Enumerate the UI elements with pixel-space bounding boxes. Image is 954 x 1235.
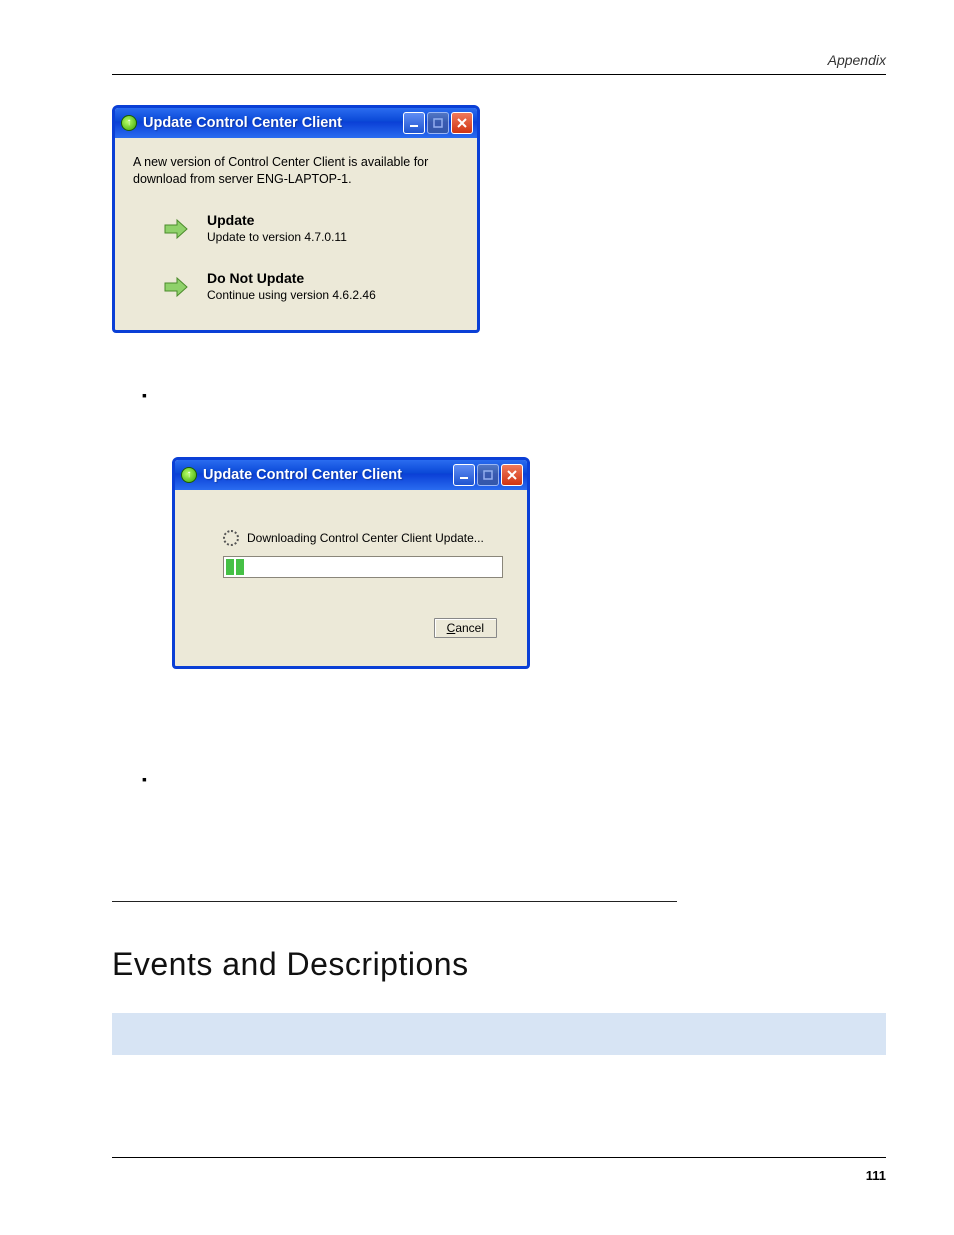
page-number: 111 xyxy=(112,1168,886,1183)
maximize-button xyxy=(477,464,499,486)
table-header-row xyxy=(112,1013,886,1055)
donot-subtitle: Continue using version 4.6.2.46 xyxy=(207,288,376,302)
update-title: Update xyxy=(207,212,347,228)
update-subtitle: Update to version 4.7.0.11 xyxy=(207,230,347,244)
header-rule xyxy=(112,74,886,75)
do-not-update-option[interactable]: Do Not Update Continue using version 4.6… xyxy=(133,264,459,308)
progress-bar xyxy=(223,556,503,578)
close-button[interactable] xyxy=(451,112,473,134)
arrow-right-icon xyxy=(163,218,189,240)
cancel-button[interactable]: Cancel xyxy=(434,618,497,638)
titlebar: ↑ Update Control Center Client xyxy=(175,460,527,490)
minimize-button[interactable] xyxy=(403,112,425,134)
close-button[interactable] xyxy=(501,464,523,486)
dialog-message: A new version of Control Center Client i… xyxy=(133,154,459,188)
window-title: Update Control Center Client xyxy=(203,467,447,483)
update-option[interactable]: Update Update to version 4.7.0.11 xyxy=(133,206,459,250)
donot-title: Do Not Update xyxy=(207,270,376,286)
bullet-text: Click Update to begin the download. xyxy=(165,385,399,406)
bullet-marker: ▪ xyxy=(142,385,147,433)
update-dialog: ↑ Update Control Center Client A new ver… xyxy=(112,105,480,333)
app-icon: ↑ xyxy=(181,467,197,483)
running-head: Appendix xyxy=(112,52,886,68)
bullet-marker: ▪ xyxy=(142,769,147,811)
download-status: Downloading Control Center Client Update… xyxy=(247,531,484,545)
app-icon: ↑ xyxy=(121,115,137,131)
spinner-icon xyxy=(223,530,239,546)
arrow-right-icon xyxy=(163,276,189,298)
bullet-text: After the download is complete, you are … xyxy=(165,769,886,811)
minimize-button[interactable] xyxy=(453,464,475,486)
section-rule xyxy=(112,901,677,902)
footer-rule xyxy=(112,1157,886,1158)
download-dialog: ↑ Update Control Center Client Downloadi… xyxy=(172,457,530,669)
window-title: Update Control Center Client xyxy=(143,115,397,131)
titlebar: ↑ Update Control Center Client xyxy=(115,108,477,138)
bullet-subtext: The following notification is displayed. xyxy=(165,412,399,433)
maximize-button xyxy=(427,112,449,134)
section-heading: Events and Descriptions xyxy=(112,946,886,983)
